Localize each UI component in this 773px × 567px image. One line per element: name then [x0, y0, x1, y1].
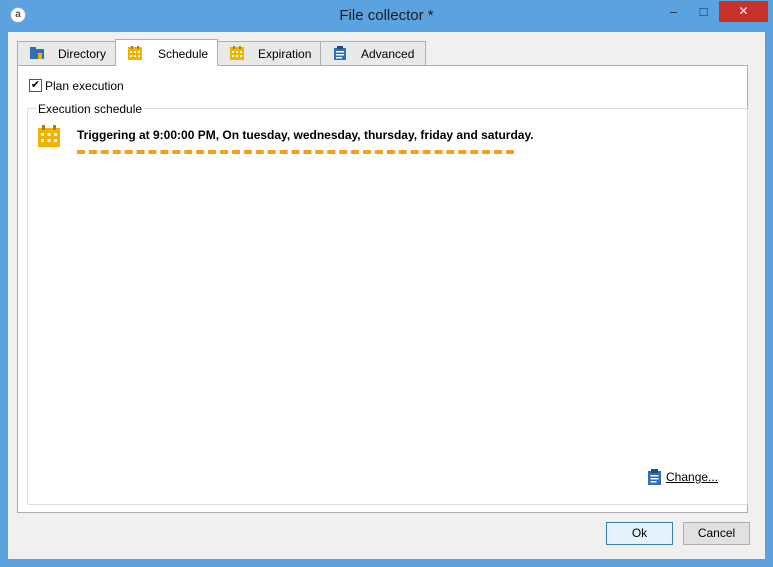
dialog-body: Directory Schedule Expiration Advanced ✔… — [8, 32, 765, 559]
tab-advanced[interactable]: Advanced — [320, 41, 426, 65]
plan-execution-checkbox[interactable]: ✔ — [29, 79, 42, 92]
ok-button[interactable]: Ok — [606, 522, 673, 545]
plan-execution-label[interactable]: Plan execution — [45, 79, 124, 93]
minimize-button[interactable]: – — [659, 1, 688, 22]
execution-schedule-group: Execution schedule Triggering at 9:00:00… — [27, 102, 748, 505]
tab-schedule[interactable]: Schedule — [115, 39, 218, 66]
dialog-window: a File collector * – □ ✕ Directory Sched… — [0, 0, 773, 567]
calendar-icon — [128, 46, 142, 60]
calendar-icon — [230, 46, 244, 60]
tab-expiration[interactable]: Expiration — [217, 41, 321, 65]
tab-schedule-label: Schedule — [158, 47, 209, 61]
schedule-panel: ✔ Plan execution Execution schedule Trig… — [17, 65, 748, 513]
cancel-button[interactable]: Cancel — [683, 522, 750, 545]
window-title: File collector * — [339, 7, 434, 24]
title-bar[interactable]: a File collector * – □ ✕ — [1, 1, 772, 32]
change-link-label[interactable]: Change... — [666, 470, 718, 484]
tab-directory[interactable]: Directory — [17, 41, 116, 65]
trigger-underline — [77, 150, 514, 154]
clipboard-icon — [334, 46, 346, 60]
tab-expiration-label: Expiration — [258, 47, 312, 61]
calendar-icon — [38, 125, 60, 147]
close-button[interactable]: ✕ — [719, 1, 768, 22]
execution-schedule-title: Execution schedule — [36, 102, 145, 116]
clipboard-icon — [648, 469, 661, 485]
tab-advanced-label: Advanced — [361, 47, 415, 61]
trigger-description: Triggering at 9:00:00 PM, On tuesday, we… — [77, 128, 534, 142]
folder-icon — [30, 47, 44, 59]
tab-directory-label: Directory — [58, 47, 107, 61]
maximize-button[interactable]: □ — [689, 1, 718, 22]
